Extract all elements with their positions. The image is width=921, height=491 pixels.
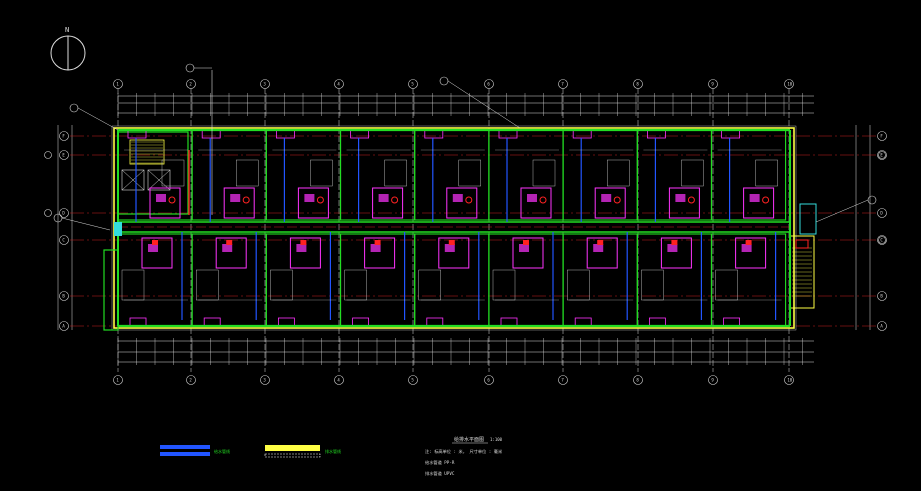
pipe-riser-lower xyxy=(745,240,752,245)
grid-bubble-column: 1 xyxy=(113,375,123,385)
grid-bubble-column: 4 xyxy=(334,79,344,89)
grid-bubble-column: 6 xyxy=(484,79,494,89)
grid-bubble-column: 5 xyxy=(408,79,418,89)
fixture-lower xyxy=(593,244,604,252)
fixture-upper xyxy=(378,194,389,202)
notes-line-1: 注: 标高单位 : 米， 尺寸单位 : 毫米 xyxy=(425,448,503,455)
legend-label-water-supply: 给水管线 xyxy=(214,448,230,454)
legend-label-drainage: 排水管线 xyxy=(325,448,341,454)
grid-bubble-column: 9 xyxy=(708,375,718,385)
fixture-upper xyxy=(749,194,760,202)
grid-bubble-row: E xyxy=(877,150,887,160)
pipe-riser-lower xyxy=(671,240,678,245)
pipe-riser-lower xyxy=(226,240,233,245)
cad-canvas[interactable]: N 1122334455667788991010F FE ED DC CB BA A 给水管… xyxy=(0,0,921,491)
grid-bubble-column: 10 xyxy=(784,79,794,89)
grid-bubble-column: 2 xyxy=(186,375,196,385)
fixture-lower xyxy=(519,244,529,252)
background xyxy=(0,0,921,491)
fixture-upper xyxy=(675,194,686,202)
grid-bubble-row: B xyxy=(59,291,69,301)
grid-bubble-row: F xyxy=(59,131,69,141)
fixture-lower xyxy=(667,244,678,252)
pipe-riser-lower xyxy=(152,240,158,245)
north-arrow-label: N xyxy=(65,26,69,34)
fixture-upper xyxy=(527,194,537,202)
grid-bubble-column: 7 xyxy=(558,79,568,89)
pipe-riser-lower xyxy=(448,240,455,245)
notes-title: 给排水平面图 xyxy=(454,436,484,443)
grid-bubble-column: 8 xyxy=(633,79,643,89)
grid-bubble-column: 2 xyxy=(186,79,196,89)
grid-bubble-column: 7 xyxy=(558,375,568,385)
fixture-upper xyxy=(601,194,612,202)
grid-bubble-row: C xyxy=(877,235,887,245)
grid-bubble-row: A xyxy=(877,321,887,331)
fixture-lower xyxy=(370,244,381,252)
grid-bubble-column: 4 xyxy=(334,375,344,385)
grid-bubble-column: 6 xyxy=(484,375,494,385)
pipe-riser-lower xyxy=(374,240,381,245)
fixture-lower xyxy=(222,244,233,252)
fixture-upper xyxy=(304,194,315,202)
grid-bubble-column: 8 xyxy=(633,375,643,385)
svg-text:10: 10 xyxy=(787,378,792,383)
notes-scale: 1:100 xyxy=(490,437,503,442)
grid-bubble-column: 10 xyxy=(784,375,794,385)
grid-bubble-row: B xyxy=(877,291,887,301)
grid-bubble-row: A xyxy=(59,321,69,331)
grid-bubble-row: E xyxy=(59,150,69,160)
left-entry xyxy=(114,222,122,236)
grid-bubble-column: 3 xyxy=(260,375,270,385)
fixture-upper xyxy=(156,194,166,202)
pipe-riser-lower xyxy=(300,240,307,245)
grid-bubble-row: F xyxy=(877,131,887,141)
fixture-lower xyxy=(741,244,752,252)
notes-line-3: 排水管道 UPVC xyxy=(425,470,455,477)
notes-line-2: 给水管道 PP-R xyxy=(425,459,455,466)
fixture-upper xyxy=(452,194,463,202)
grid-bubble-column: 3 xyxy=(260,79,270,89)
pipe-riser-lower xyxy=(523,240,529,245)
grid-bubble-column: 1 xyxy=(113,79,123,89)
grid-bubble-row: D xyxy=(877,208,887,218)
pipe-riser-lower xyxy=(597,240,604,245)
svg-text:10: 10 xyxy=(787,82,792,87)
grid-bubble-row: D xyxy=(59,208,69,218)
fixture-lower xyxy=(444,244,455,252)
fixture-upper xyxy=(230,194,241,202)
grid-bubble-column: 9 xyxy=(708,79,718,89)
fixture-lower xyxy=(148,244,158,252)
grid-bubble-column: 5 xyxy=(408,375,418,385)
grid-bubble-row: C xyxy=(59,235,69,245)
fixture-lower xyxy=(296,244,307,252)
